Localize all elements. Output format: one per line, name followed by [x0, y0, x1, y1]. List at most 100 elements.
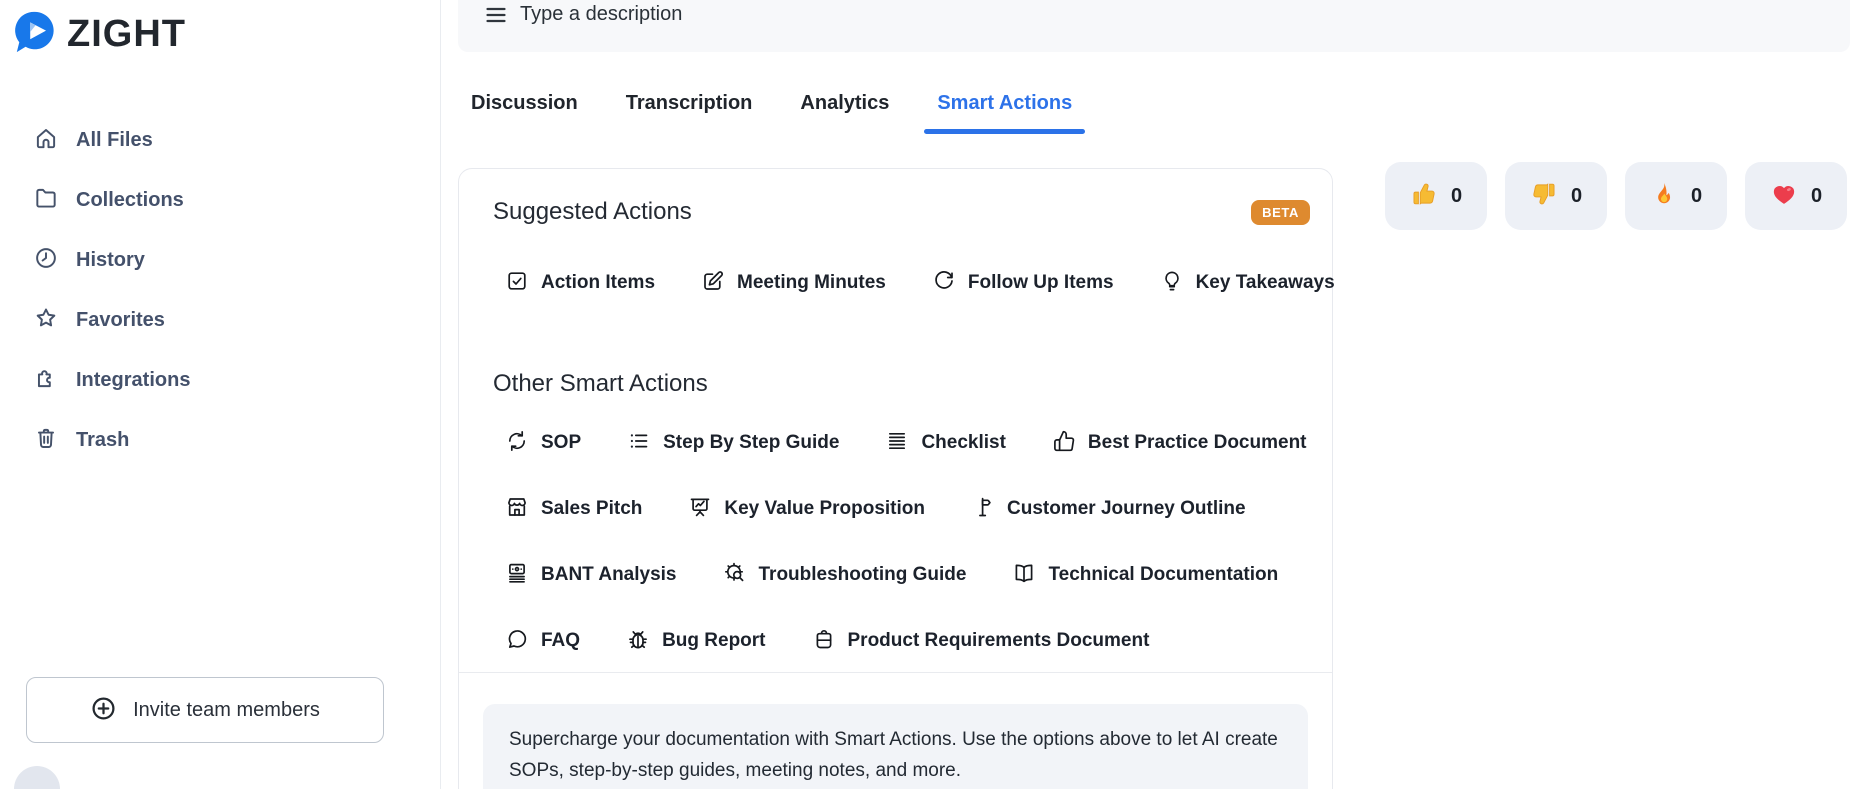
sidebar-item-label: Favorites — [76, 308, 165, 331]
action-key-takeaways[interactable]: Key Takeaways — [1160, 269, 1335, 298]
sidebar-item-all-files[interactable]: All Files — [0, 110, 440, 170]
description-input[interactable]: Type a description — [458, 0, 1850, 52]
panel-title: Suggested Actions — [493, 198, 692, 225]
smart-actions-panel: Suggested Actions BETA Action Items Meet… — [458, 168, 1335, 789]
plus-circle-icon — [90, 695, 117, 725]
other-actions-row-1: SOP Step By Step Guide Checklist Best Pr… — [493, 428, 1310, 458]
puzzle-icon — [33, 365, 59, 396]
tab-discussion[interactable]: Discussion — [471, 92, 578, 129]
zight-logo[interactable]: ZIGHT — [12, 9, 440, 60]
suggested-actions-row: Action Items Meeting Minutes Follow Up I… — [493, 268, 1335, 298]
sidebar-item-trash[interactable]: Trash — [0, 410, 440, 470]
invite-team-members-button[interactable]: Invite team members — [26, 677, 384, 743]
action-bant-analysis[interactable]: BANT Analysis — [505, 561, 677, 590]
gear-search-icon — [723, 561, 747, 590]
sidebar-item-label: Collections — [76, 188, 184, 211]
sync-icon — [505, 429, 529, 458]
action-technical-documentation[interactable]: Technical Documentation — [1012, 561, 1278, 590]
thumbs-down-reaction-button[interactable]: 0 — [1505, 162, 1607, 230]
other-actions-row-2: Sales Pitch Key Value Proposition Custom… — [493, 494, 1310, 524]
lines-stack-icon — [885, 429, 909, 458]
sidebar-item-history[interactable]: History — [0, 230, 440, 290]
action-label: Sales Pitch — [541, 498, 643, 519]
tab-bar: Discussion Transcription Analytics Smart… — [471, 92, 1850, 134]
action-label: FAQ — [541, 630, 581, 651]
content-row: Suggested Actions BETA Action Items Meet… — [458, 162, 1850, 789]
sidebar-item-label: All Files — [76, 128, 153, 151]
sidebar-item-favorites[interactable]: Favorites — [0, 290, 440, 350]
beta-badge: BETA — [1251, 199, 1310, 225]
action-bug-report[interactable]: Bug Report — [626, 627, 766, 656]
reaction-count: 0 — [1570, 184, 1583, 207]
app-window: ZIGHT All Files Collections History Favo… — [0, 0, 1850, 789]
lines-icon — [485, 2, 507, 31]
action-label: Bug Report — [662, 630, 766, 651]
action-action-items[interactable]: Action Items — [505, 269, 655, 298]
briefcase-icon — [812, 627, 836, 656]
action-follow-up-items[interactable]: Follow Up Items — [932, 269, 1114, 298]
action-checklist[interactable]: Checklist — [885, 429, 1006, 458]
action-label: Action Items — [541, 272, 656, 293]
active-tab-underline — [924, 129, 1086, 134]
sidebar: ZIGHT All Files Collections History Favo… — [0, 0, 441, 789]
reactions-bar: 0 0 0 0 — [1385, 162, 1847, 230]
action-faq[interactable]: FAQ — [505, 627, 580, 656]
home-icon — [33, 125, 59, 156]
other-actions-row-3: BANT Analysis Troubleshooting Guide Tech… — [493, 560, 1310, 590]
sidebar-item-collections[interactable]: Collections — [0, 170, 440, 230]
trash-icon — [33, 425, 59, 456]
heart-reaction-button[interactable]: 0 — [1745, 162, 1847, 230]
invite-label: Invite team members — [133, 698, 320, 721]
open-book-icon — [1012, 561, 1036, 590]
action-best-practice-document[interactable]: Best Practice Document — [1052, 429, 1307, 458]
sidebar-item-integrations[interactable]: Integrations — [0, 350, 440, 410]
action-label: Product Requirements Document — [847, 630, 1150, 651]
avatar[interactable] — [14, 766, 60, 789]
signpost-icon — [971, 495, 995, 524]
sidebar-nav: All Files Collections History Favorites — [0, 110, 440, 470]
reaction-count: 0 — [1690, 184, 1703, 207]
smart-actions-info-box: Supercharge your documentation with Smar… — [483, 704, 1308, 789]
action-key-value-proposition[interactable]: Key Value Proposition — [688, 495, 925, 524]
other-smart-actions-title: Other Smart Actions — [493, 370, 708, 397]
tab-transcription[interactable]: Transcription — [626, 92, 753, 129]
brand-name: ZIGHT — [67, 13, 186, 55]
action-product-requirements-document[interactable]: Product Requirements Document — [812, 627, 1150, 656]
action-meeting-minutes[interactable]: Meeting Minutes — [701, 269, 886, 298]
action-sales-pitch[interactable]: Sales Pitch — [505, 495, 642, 524]
star-icon — [33, 305, 59, 336]
action-sop[interactable]: SOP — [505, 429, 581, 458]
main-content: Type a description Discussion Transcript… — [441, 0, 1850, 789]
panel-header: Suggested Actions BETA — [493, 196, 1310, 228]
heart-icon — [1770, 180, 1798, 213]
presentation-icon — [688, 495, 712, 524]
action-label: Checklist — [921, 432, 1006, 453]
reaction-count: 0 — [1810, 184, 1823, 207]
clock-icon — [33, 245, 59, 276]
description-placeholder: Type a description — [520, 3, 683, 25]
action-label: Key Value Proposition — [724, 498, 925, 519]
info-note: Supercharge your documentation with Smar… — [509, 729, 1278, 781]
tab-smart-actions[interactable]: Smart Actions — [924, 92, 1086, 134]
action-troubleshooting-guide[interactable]: Troubleshooting Guide — [723, 561, 967, 590]
fire-reaction-button[interactable]: 0 — [1625, 162, 1727, 230]
action-label: Best Practice Document — [1087, 432, 1307, 453]
other-actions-row-4: FAQ Bug Report Product Requirements Docu… — [493, 626, 1310, 656]
action-label: SOP — [541, 432, 582, 453]
lightbulb-icon — [1160, 269, 1184, 298]
reaction-count: 0 — [1450, 184, 1463, 207]
chat-bubble-icon — [505, 627, 529, 656]
action-label: Technical Documentation — [1048, 564, 1279, 585]
thumbs-up-reaction-button[interactable]: 0 — [1385, 162, 1487, 230]
tab-analytics[interactable]: Analytics — [800, 92, 889, 129]
action-step-by-step-guide[interactable]: Step By Step Guide — [627, 429, 839, 458]
action-label: BANT Analysis — [541, 564, 677, 585]
thumbs-down-icon — [1530, 180, 1558, 213]
sidebar-item-label: Integrations — [76, 368, 191, 391]
register-icon — [505, 561, 529, 590]
action-customer-journey-outline[interactable]: Customer Journey Outline — [971, 495, 1246, 524]
action-label: Step By Step Guide — [663, 432, 840, 453]
action-label: Meeting Minutes — [737, 272, 886, 293]
fire-icon — [1650, 180, 1678, 213]
action-label: Troubleshooting Guide — [758, 564, 967, 585]
